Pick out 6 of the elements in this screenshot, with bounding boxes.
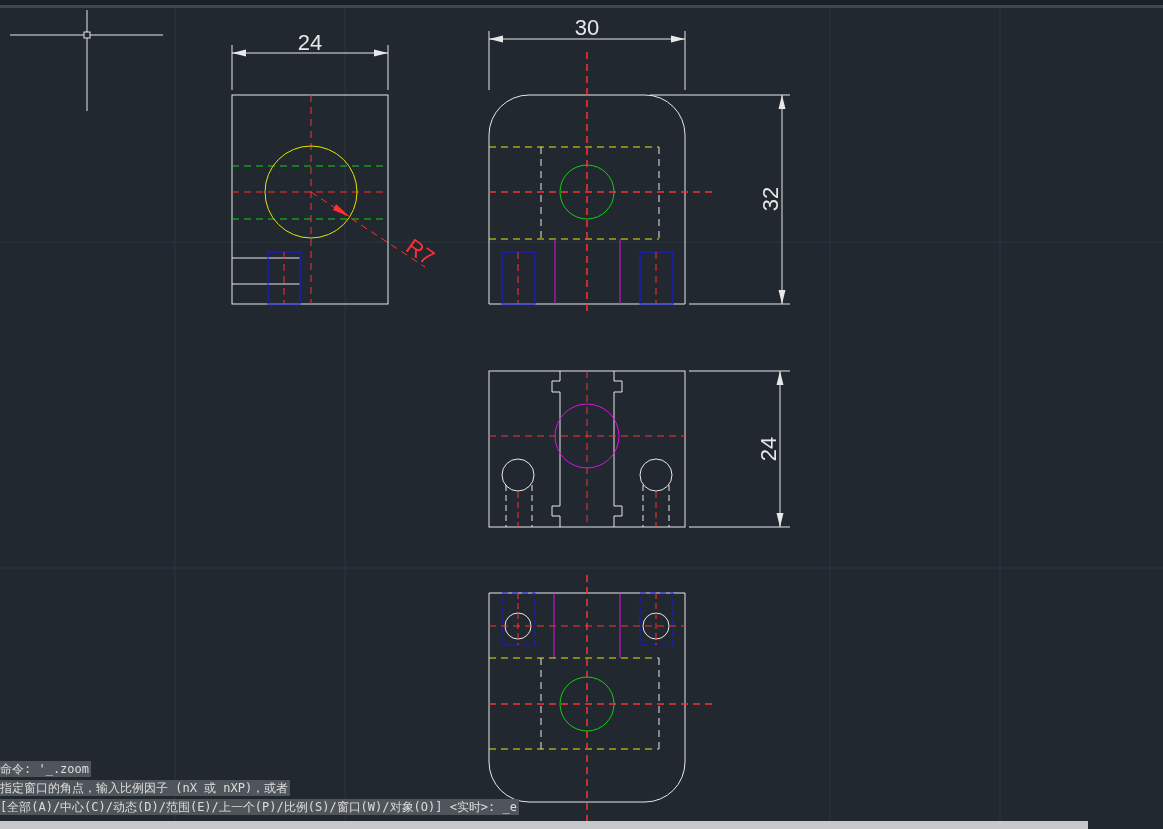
crosshair-cursor-icon (9, 9, 164, 112)
dimension-label: 32 (758, 186, 783, 212)
dimension-label: 30 (574, 15, 600, 40)
dimension-label: R7 (401, 233, 439, 271)
dimension-label: 24 (756, 436, 781, 462)
dimension-label: 24 (297, 30, 323, 55)
